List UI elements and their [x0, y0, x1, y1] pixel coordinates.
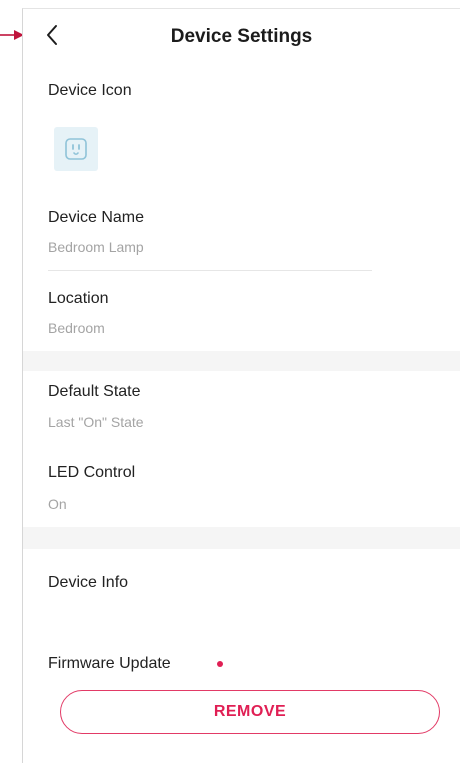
device-settings-screen: Device Settings Device Icon Device Name … — [0, 0, 460, 763]
page-title: Device Settings — [170, 26, 313, 47]
remove-button[interactable]: REMOVE — [60, 690, 440, 734]
section-separator — [23, 527, 460, 549]
header: Device Settings — [23, 9, 460, 65]
annotation-arrow-icon — [0, 30, 24, 40]
led-control-value: On — [48, 496, 67, 512]
update-indicator-dot — [217, 661, 223, 667]
location-value: Bedroom — [48, 320, 105, 336]
smart-plug-icon — [65, 138, 87, 160]
device-info-label: Device Info — [48, 574, 129, 591]
led-control-label: LED Control — [48, 464, 136, 481]
location-label: Location — [48, 290, 109, 307]
device-icon-button[interactable] — [54, 127, 98, 171]
default-state-value: Last "On" State — [48, 414, 144, 430]
device-name-label: Device Name — [48, 209, 145, 226]
firmware-update-label: Firmware Update — [48, 655, 171, 672]
default-state-label: Default State — [48, 383, 141, 400]
device-icon-label: Device Icon — [48, 82, 132, 99]
device-name-value: Bedroom Lamp — [48, 239, 144, 255]
phone-frame: Device Settings Device Icon Device Name … — [22, 8, 460, 763]
divider — [48, 270, 372, 271]
led-control-row[interactable] — [23, 451, 460, 527]
section-separator — [23, 351, 460, 371]
